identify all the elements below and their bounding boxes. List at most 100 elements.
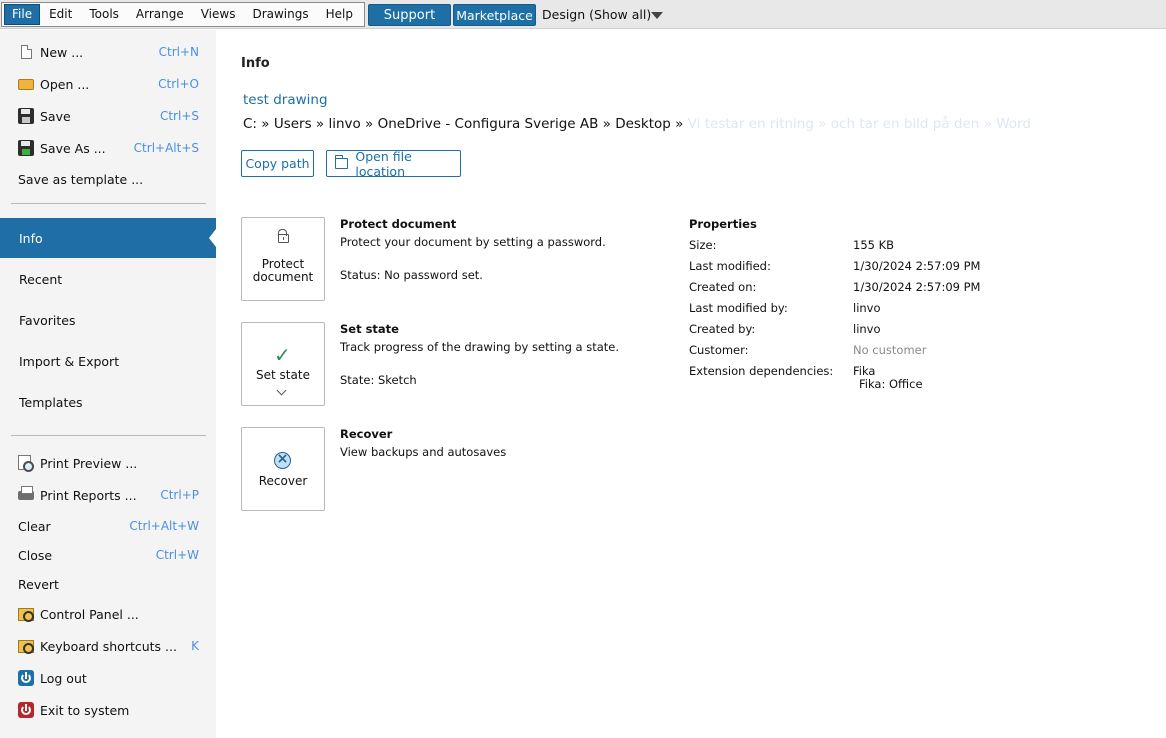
set-state-button[interactable]: ✓ Set state	[241, 322, 325, 406]
recover-info: Recover View backups and autosaves	[340, 427, 506, 459]
print-reports-menu-item[interactable]: Print Reports ... Ctrl+P	[0, 481, 216, 509]
recover-button[interactable]: × Recover	[241, 427, 325, 511]
log-out-icon	[18, 670, 34, 686]
keyboard-shortcuts-shortcut: K	[191, 639, 199, 653]
property-value: Fika	[853, 364, 876, 378]
revert-menu-item[interactable]: Revert	[0, 570, 216, 598]
new-menu-item[interactable]: New ... Ctrl+N	[0, 38, 216, 66]
print-preview-label: Print Preview ...	[40, 455, 138, 471]
menubar: File Edit Tools Arrange Views Drawings H…	[0, 0, 1166, 29]
control-panel-menu-item[interactable]: Control Panel ...	[0, 600, 216, 628]
menu-help[interactable]: Help	[317, 3, 361, 26]
exit-menu-item[interactable]: Exit to system	[0, 696, 216, 724]
property-row: Extension dependencies: Fika Fika: Offic…	[689, 364, 923, 391]
revert-label: Revert	[18, 576, 59, 592]
copy-path-button[interactable]: Copy path	[241, 150, 314, 177]
nav-import-export-label: Import & Export	[19, 353, 120, 369]
menu-tools[interactable]: Tools	[80, 3, 127, 26]
print-reports-shortcut: Ctrl+P	[160, 488, 199, 502]
property-value: 155 KB	[853, 238, 895, 252]
recover-description: View backups and autosaves	[340, 445, 507, 459]
nav-favorites-label: Favorites	[19, 312, 76, 328]
protect-heading: Protect document	[340, 217, 457, 231]
new-shortcut: Ctrl+N	[158, 45, 199, 59]
clear-menu-item[interactable]: Clear Ctrl+Alt+W	[0, 512, 216, 540]
property-value: 1/30/2024 2:57:09 PM	[853, 259, 981, 273]
new-label: New ...	[40, 44, 84, 60]
nav-favorites[interactable]: Favorites	[0, 300, 216, 340]
menu-drawings[interactable]: Drawings	[243, 3, 316, 26]
state-status: State: Sketch	[340, 373, 417, 387]
close-label: Close	[18, 547, 53, 563]
open-file-location-label: Open file location	[355, 148, 412, 179]
property-row: Last modified by: linvo	[689, 301, 881, 322]
marketplace-button[interactable]: Marketplace	[453, 4, 536, 26]
file-path: C: » Users » linvo » OneDrive - Configur…	[243, 116, 1143, 132]
clear-shortcut: Ctrl+Alt+W	[129, 519, 199, 533]
exit-icon	[18, 702, 34, 718]
save-label: Save	[40, 108, 71, 124]
document-name: test drawing	[243, 92, 328, 108]
print-preview-icon	[18, 455, 34, 472]
keyboard-shortcuts-menu-item[interactable]: Keyboard shortcuts ... K	[0, 632, 216, 660]
protect-document-button[interactable]: Protect document	[241, 217, 325, 301]
open-file-location-button[interactable]: Open file location	[326, 148, 461, 179]
property-key: Created by:	[689, 322, 756, 336]
menu-arrange[interactable]: Arrange	[127, 3, 192, 26]
save-as-template-menu-item[interactable]: Save as template ...	[0, 165, 216, 193]
save-as-menu-item[interactable]: Save As ... Ctrl+Alt+S	[0, 134, 216, 162]
keyboard-shortcuts-label: Keyboard shortcuts ...	[40, 638, 177, 654]
main-menu: File Edit Tools Arrange Views Drawings H…	[1, 2, 365, 27]
support-button[interactable]: Support	[368, 4, 451, 26]
property-key: Last modified by:	[689, 301, 788, 315]
new-document-icon	[21, 45, 32, 59]
property-row: Created on: 1/30/2024 2:57:09 PM	[689, 280, 980, 301]
file-path-overflow: Vi testar en ritning » och tar en bild p…	[687, 116, 1031, 132]
lock-icon	[278, 229, 289, 243]
open-label: Open ...	[40, 76, 90, 92]
file-path-text: C: » Users » linvo » OneDrive - Configur…	[243, 116, 684, 132]
info-panel: Info test drawing C: » Users » linvo » O…	[216, 30, 1166, 738]
clear-label: Clear	[18, 518, 51, 534]
property-row: Last modified: 1/30/2024 2:57:09 PM	[689, 259, 980, 280]
save-icon	[18, 108, 34, 124]
open-menu-item[interactable]: Open ... Ctrl+O	[0, 70, 216, 98]
printer-icon	[18, 486, 34, 500]
menu-edit[interactable]: Edit	[40, 3, 80, 26]
menu-file[interactable]: File	[4, 4, 41, 25]
menu-views[interactable]: Views	[192, 3, 244, 26]
dropdown-caret-icon[interactable]	[651, 12, 663, 19]
copy-path-label: Copy path	[245, 156, 310, 171]
save-menu-item[interactable]: Save Ctrl+S	[0, 102, 216, 130]
page-title: Info	[241, 56, 270, 71]
keyboard-shortcuts-icon	[18, 640, 34, 654]
close-menu-item[interactable]: Close Ctrl+W	[0, 541, 216, 569]
properties-panel: Properties Size: 155 KB Last modified: 1…	[689, 217, 980, 391]
customer-value[interactable]: No customer	[853, 343, 926, 357]
nav-import-export[interactable]: Import & Export	[0, 341, 216, 381]
nav-templates[interactable]: Templates	[0, 382, 216, 422]
property-row: Size: 155 KB	[689, 238, 894, 259]
checkmark-icon: ✓	[274, 343, 291, 367]
properties-heading: Properties	[689, 217, 757, 231]
print-preview-menu-item[interactable]: Print Preview ...	[0, 449, 216, 477]
open-shortcut: Ctrl+O	[158, 77, 199, 91]
open-folder-icon	[18, 79, 34, 90]
sidebar-divider	[11, 203, 206, 204]
nav-recent[interactable]: Recent	[0, 259, 216, 299]
property-row: Customer: No customer	[689, 343, 926, 364]
protect-status: Status: No password set.	[340, 268, 483, 282]
protect-button-label-2: document	[252, 270, 314, 284]
design-mode-selector[interactable]: Design (Show all)	[542, 5, 651, 25]
log-out-menu-item[interactable]: Log out	[0, 664, 216, 692]
control-panel-label: Control Panel ...	[40, 606, 139, 622]
file-sidebar: New ... Ctrl+N Open ... Ctrl+O Save Ctrl…	[0, 30, 216, 738]
save-as-label: Save As ...	[40, 140, 106, 156]
state-description: Track progress of the drawing by setting…	[340, 340, 620, 354]
nav-info-label: Info	[19, 230, 43, 246]
nav-recent-label: Recent	[19, 271, 63, 287]
nav-info[interactable]: Info	[0, 218, 216, 258]
save-as-shortcut: Ctrl+Alt+S	[133, 141, 199, 155]
sidebar-divider	[11, 435, 206, 436]
chevron-down-icon	[276, 385, 287, 396]
